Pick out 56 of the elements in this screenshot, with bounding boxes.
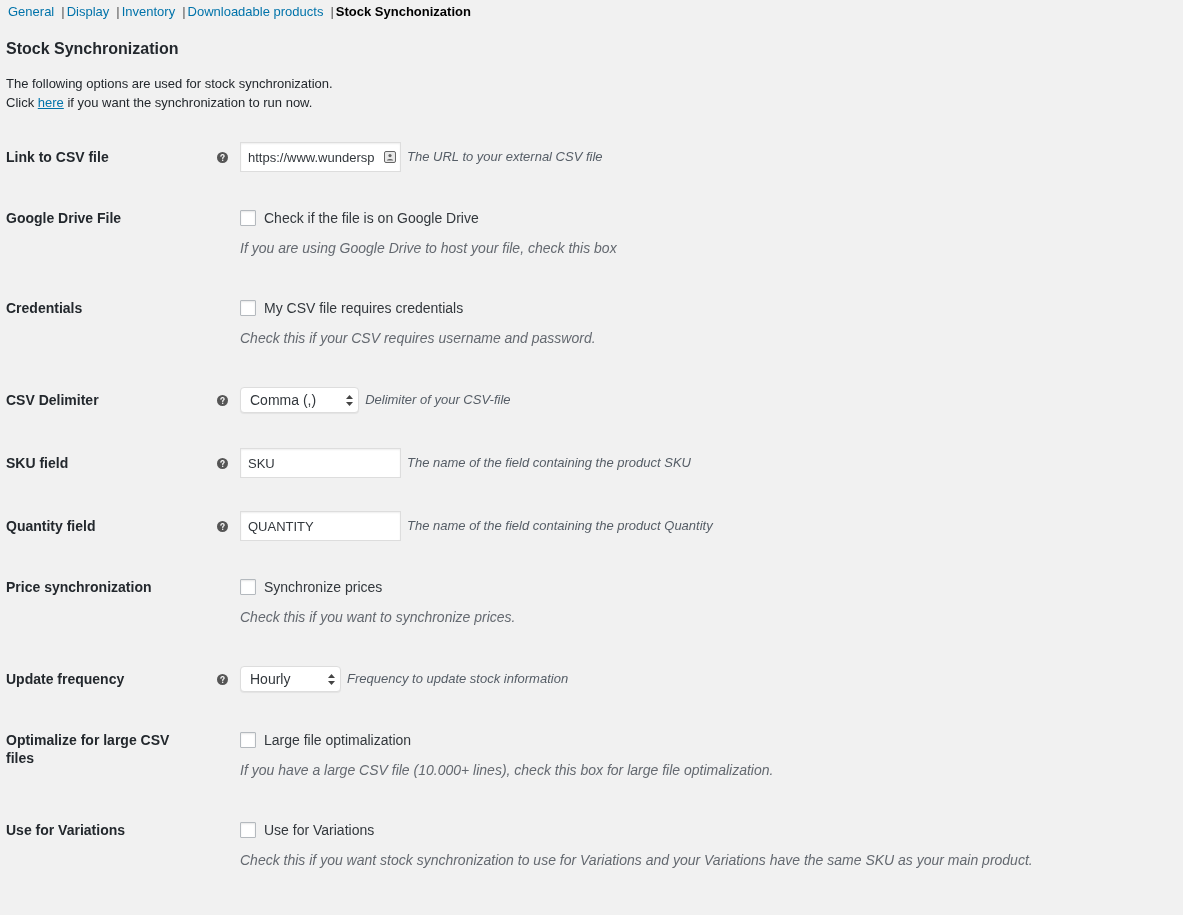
help-icon[interactable] [216,457,228,469]
nav-link[interactable]: Display [66,3,110,20]
setting-label: SKU field [6,454,69,472]
setting-label: Price synchronization [6,578,152,596]
setting-label: Use for Variations [6,821,126,839]
field-description: Check this if your CSV requires username and password. [240,328,596,348]
contact-card-icon[interactable] [384,151,396,163]
nav-link[interactable]: Stock Synchonization [335,3,471,20]
nav-separator: | [61,3,65,20]
field-description: If you have a large CSV file (10.000+ lines), check this box for large file optimalization. [240,760,774,780]
field-description: The URL to your external CSV file [407,148,603,167]
intro-text: The following options are used for stock synchronization. [6,75,333,93]
setting-label: Link to CSV file [6,148,109,166]
field-description: The name of the field containing the product SKU [407,454,691,473]
setting-label: CSV Delimiter [6,391,99,409]
page-title: Stock Synchronization [6,39,179,59]
nav-link[interactable]: Inventory [121,3,176,20]
checkbox[interactable] [240,300,256,316]
checkbox[interactable] [240,210,256,226]
setting-label: Credentials [6,299,83,317]
nav-link[interactable]: General [8,3,55,20]
checkbox-label[interactable]: Check if the file is on Google Drive [264,207,479,229]
field-description: If you are using Google Drive to host your file, check this box [240,238,617,258]
help-icon[interactable] [216,520,228,532]
field-description: Check this if you want stock synchronization to use for Variations and your Variations have the same SKU as your main product. [240,850,1033,870]
setting-label: Google Drive File [6,209,122,227]
up-down-caret-icon [328,673,335,685]
setting-label: Optimalize for large CSV files [6,731,171,767]
checkbox[interactable] [240,579,256,595]
checkbox-label[interactable]: My CSV file requires credentials [264,297,464,319]
setting-label: Quantity field [6,517,96,535]
help-icon[interactable] [216,394,228,406]
help-icon[interactable] [216,673,228,685]
run-now-link[interactable]: here [37,95,64,110]
field-description: Delimiter of your CSV-file [365,391,511,410]
checkbox-label[interactable]: Use for Variations [264,819,375,841]
help-icon[interactable] [216,151,228,163]
field-description: Check this if you want to synchronize prices. [240,607,516,627]
checkbox-label[interactable]: Synchronize prices [264,576,383,598]
dropdown-select[interactable]: Hourly [240,666,341,692]
checkbox[interactable] [240,732,256,748]
run-sync-sentence: Click here if you want the synchronization to run now. [6,94,313,112]
nav-link[interactable]: Downloadable products [187,3,324,20]
checkbox[interactable] [240,822,256,838]
field-description: The name of the field containing the product Quantity [407,517,713,536]
setting-label: Update frequency [6,670,125,688]
text-input[interactable]: QUANTITY [240,511,401,541]
field-description: Frequency to update stock information [347,670,569,689]
text-input[interactable]: SKU [240,448,401,478]
checkbox-label[interactable]: Large file optimalization [264,729,412,751]
up-down-caret-icon [346,394,354,406]
nav-separator: | [116,3,120,20]
dropdown-select[interactable]: Comma (,) [240,387,360,413]
text-input[interactable]: https://www.wundersp [240,142,401,172]
nav-separator: | [330,3,334,20]
nav-separator: | [182,3,186,20]
